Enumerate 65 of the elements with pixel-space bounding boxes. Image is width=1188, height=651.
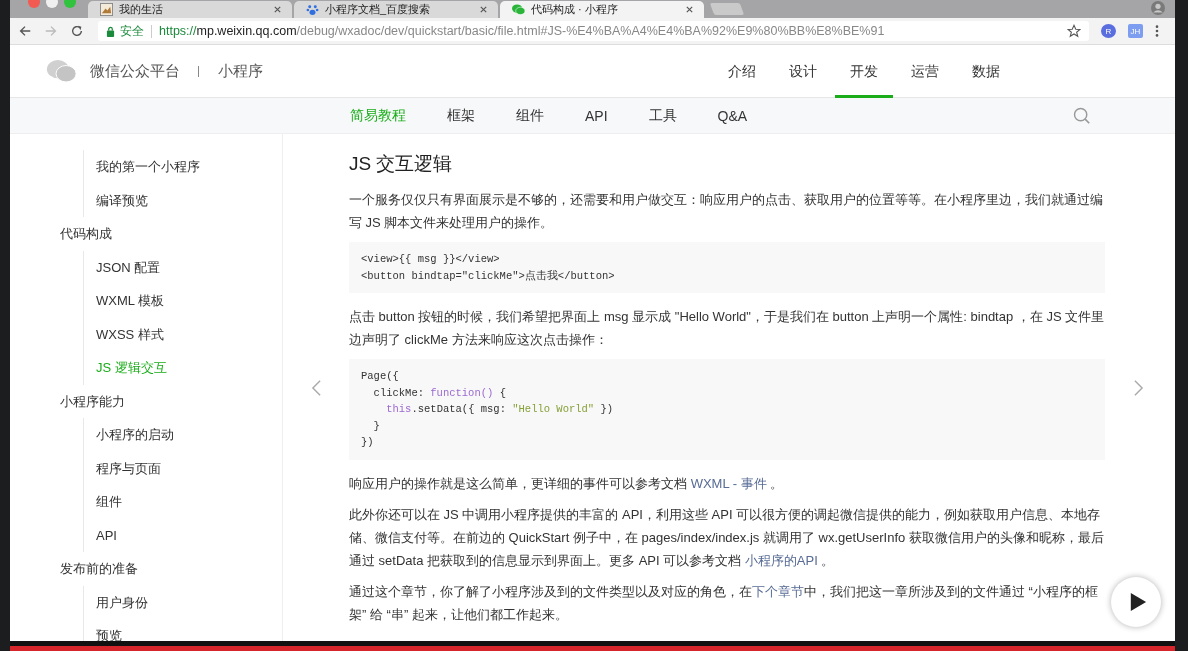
tab-title: 我的生活 xyxy=(119,2,164,17)
sidebar-item[interactable]: 小程序的启动 xyxy=(84,418,174,452)
paragraph: 此外你还可以在 JS 中调用小程序提供的丰富的 API，利用这些 API 可以很方便的调起微信提供的能力，例如获取用户信息、本地存储、微信支付等。在前边的 QuickStart 例子中，在 pages/index/index.js 就调用了 wx.getUserInfo 获取微信用户的头像和昵称，最后通过 setData 把获取到的信息显示到界面上。更多 API 可以参考文档 小程序的API 。 xyxy=(349,505,1105,570)
sidebar-group-title[interactable]: 代码构成 xyxy=(10,217,112,251)
close-icon[interactable] xyxy=(273,5,282,14)
back-icon[interactable] xyxy=(18,24,32,38)
sidebar-item[interactable]: 预览 xyxy=(84,619,122,641)
close-icon[interactable] xyxy=(479,5,488,14)
url-text: https://mp.weixin.qq.com/debug/wxadoc/dev/quickstart/basic/file.html#JS-%E4%BA%A4%E4%BA%92%E9%80%BB%E8%BE%91 xyxy=(159,24,885,38)
browser-tab[interactable]: 小程序文档_百度搜索 xyxy=(294,1,498,18)
reload-icon[interactable] xyxy=(70,24,84,38)
chat-bubbles-logo-icon xyxy=(46,59,77,83)
sidebar-item[interactable]: 我的第一个小程序 xyxy=(84,150,200,184)
sidebar-item[interactable]: 程序与页面 xyxy=(84,451,161,485)
chat-bubbles-icon xyxy=(512,3,525,16)
nav-link[interactable]: 运营 xyxy=(896,44,954,98)
sidebar-group-title[interactable]: 小程序能力 xyxy=(10,384,125,418)
sidebar-item[interactable]: WXML 模板 xyxy=(84,284,165,318)
sidebar-item[interactable]: WXSS 样式 xyxy=(84,317,164,351)
sidebar-item[interactable]: 用户身份 xyxy=(84,585,148,619)
nav-link[interactable]: 介绍 xyxy=(713,44,771,98)
code-block: <view>{{ msg }}</view> <button bindtap="clickMe">点击我</button> xyxy=(349,242,1105,293)
video-progress-bar[interactable] xyxy=(10,641,1175,651)
browser-tab[interactable]: 代码构成 · 小程序 xyxy=(500,1,704,18)
sidebar-item[interactable]: API xyxy=(84,518,117,552)
bookmark-star-icon[interactable] xyxy=(1067,24,1081,38)
tab-title: 小程序文档_百度搜索 xyxy=(325,2,432,17)
sidebar-item[interactable]: JSON 配置 xyxy=(84,250,161,284)
previous-chevron-icon[interactable] xyxy=(310,378,322,397)
play-icon xyxy=(1129,592,1147,612)
code-block: Page({ clickMe: function() { this.setData({ msg: "Hello World" }) } }) xyxy=(349,359,1105,460)
doc-link[interactable]: 小程序的API xyxy=(744,552,818,568)
brand-name: 微信公众平台 xyxy=(90,61,180,81)
close-icon[interactable] xyxy=(685,5,694,14)
tab-title: 代码构成 · 小程序 xyxy=(531,2,619,17)
subnav-link[interactable]: 组件 xyxy=(516,106,544,125)
subnav-link[interactable]: 框架 xyxy=(447,106,475,125)
subnav-link[interactable]: 工具 xyxy=(648,106,677,125)
sidebar-item[interactable]: 组件 xyxy=(84,485,122,519)
sidebar-item[interactable]: 编译预览 xyxy=(84,183,148,217)
nav-link[interactable]: 数据 xyxy=(957,44,1015,98)
paragraph: 响应用户的操作就是这么简单，更详细的事件可以参考文档 WXML - 事件 。 xyxy=(349,474,785,493)
play-button[interactable] xyxy=(1111,577,1161,627)
paragraph: 一个服务仅仅只有界面展示是不够的，还需要和用户做交互：响应用户的点击、获取用户的位置等等。在小程序里边，我们就通过编写 JS 脚本文件来处理用户的操作。 xyxy=(349,191,1104,232)
subnav-link[interactable]: Q&A xyxy=(717,107,748,124)
paw-icon xyxy=(306,3,319,16)
picture-icon xyxy=(100,3,113,16)
doc-link[interactable]: 下个章节 xyxy=(752,583,804,599)
paragraph: 通过这个章节，你了解了小程序涉及到的文件类型以及对应的角色，在下个章节中，我们把这一章所涉及到的文件通过 “小程序的框架” 给 “串” 起来，让他们都工作起来。 xyxy=(349,582,1099,624)
menu-icon[interactable] xyxy=(1155,24,1159,38)
lock-icon xyxy=(106,25,115,37)
address-bar[interactable]: 安全 https://mp.weixin.qq.com/debug/wxadoc/dev/quickstart/basic/file.html#JS-%E4%BA%A4%E4%BA%92%E9%80%BB%E8%BE%91 xyxy=(98,21,1089,41)
paragraph: 点击 button 按钮的时候，我们希望把界面上 msg 显示成 "Hello World"，于是我们在 button 上声明一个属性: bindtap ，在 JS 文件里边声明了 clickMe 方法来响应这次点击操作： xyxy=(349,308,1105,349)
search-icon[interactable] xyxy=(1073,106,1091,125)
extension-button[interactable]: R xyxy=(1101,24,1116,38)
browser-tab[interactable]: 我的生活 xyxy=(88,1,292,18)
doc-link[interactable]: WXML - 事件 xyxy=(690,475,767,491)
security-label: 安全 xyxy=(120,22,144,40)
subnav-link[interactable]: API xyxy=(585,107,608,124)
product-name: 小程序 xyxy=(218,61,263,81)
next-chevron-icon[interactable] xyxy=(1132,378,1144,397)
article-title: JS 交互逻辑 xyxy=(349,152,454,176)
nav-link[interactable]: 设计 xyxy=(774,44,832,98)
profile-icon[interactable] xyxy=(1151,1,1165,15)
sidebar-group-title[interactable]: 发布前的准备 xyxy=(10,552,138,586)
